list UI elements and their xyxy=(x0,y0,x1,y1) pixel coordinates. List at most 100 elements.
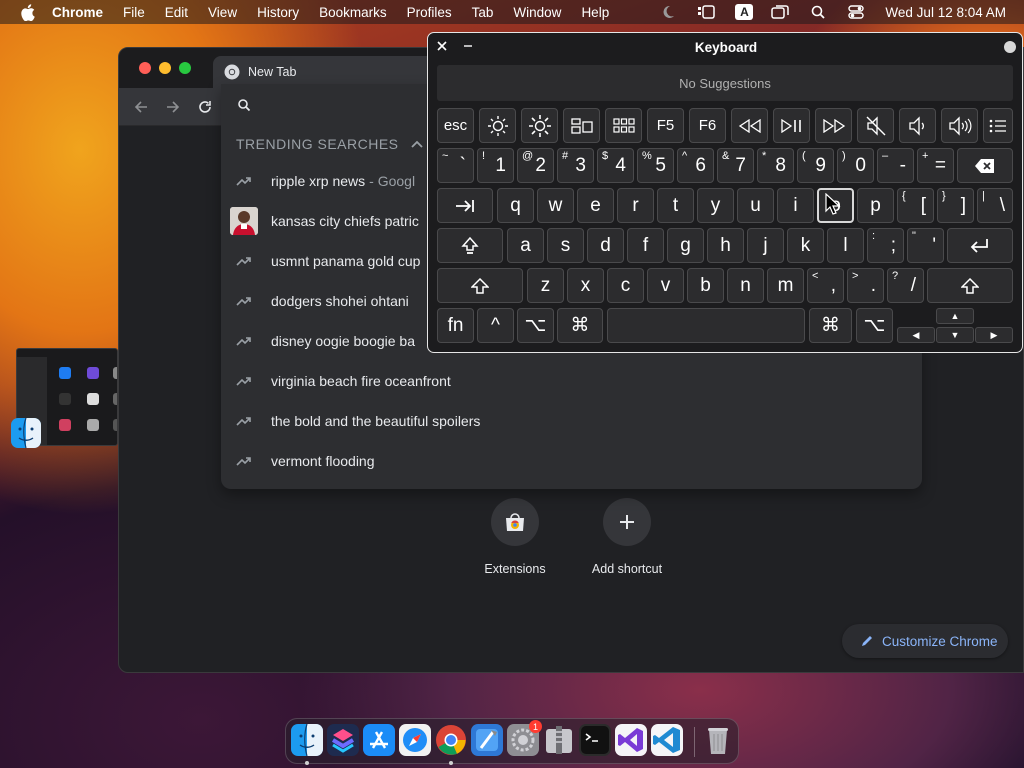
key-arrow-up[interactable]: ▲ xyxy=(936,308,974,324)
key-t[interactable]: t xyxy=(657,188,694,223)
key-s[interactable]: s xyxy=(547,228,584,263)
key-esc[interactable]: esc xyxy=(437,108,474,143)
zoom-window-button[interactable] xyxy=(179,62,191,74)
dock-terminal[interactable] xyxy=(579,724,611,756)
key-r[interactable]: r xyxy=(617,188,654,223)
key-control[interactable]: ^ xyxy=(477,308,514,343)
key-z[interactable]: z xyxy=(527,268,564,303)
close-window-button[interactable] xyxy=(139,62,151,74)
trending-searches-header[interactable]: TRENDING SEARCHES xyxy=(236,136,423,152)
key-b[interactable]: b xyxy=(687,268,724,303)
key-volume-up[interactable] xyxy=(941,108,978,143)
key-equals[interactable]: + = xyxy=(917,148,954,183)
key-period[interactable]: >. xyxy=(847,268,884,303)
menu-clock[interactable]: Wed Jul 12 8:04 AM xyxy=(885,5,1006,20)
dock-trash[interactable] xyxy=(702,724,734,756)
key-left-shift[interactable] xyxy=(437,268,523,303)
menu-view[interactable]: View xyxy=(208,5,237,20)
key-0[interactable]: ) 0 xyxy=(837,148,874,183)
key-i[interactable]: i xyxy=(777,188,814,223)
key-tab[interactable] xyxy=(437,188,493,223)
key-fn[interactable]: fn xyxy=(437,308,474,343)
key-return[interactable] xyxy=(947,228,1013,263)
key-5[interactable]: % 5 xyxy=(637,148,674,183)
key-launchpad[interactable] xyxy=(605,108,642,143)
spotlight-search-icon[interactable] xyxy=(809,4,827,20)
key-list[interactable] xyxy=(983,108,1013,143)
more-options-icon[interactable] xyxy=(1004,41,1016,53)
key-space[interactable] xyxy=(607,308,805,343)
dock-safari[interactable] xyxy=(399,724,431,756)
key-1[interactable]: ! 1 xyxy=(477,148,514,183)
back-button[interactable] xyxy=(130,96,152,118)
key-play-pause[interactable] xyxy=(773,108,810,143)
key-3[interactable]: #3 xyxy=(557,148,594,183)
key-w[interactable]: w xyxy=(537,188,574,223)
key-quote[interactable]: " ' xyxy=(907,228,944,263)
key-f[interactable]: f xyxy=(627,228,664,263)
key-delete[interactable] xyxy=(957,148,1013,183)
key-comma[interactable]: <, xyxy=(807,268,844,303)
key-brightness-up[interactable] xyxy=(521,108,558,143)
key-7[interactable]: & 7 xyxy=(717,148,754,183)
key-caps-lock[interactable] xyxy=(437,228,503,263)
key-a[interactable]: a xyxy=(507,228,544,263)
key-arrow-right[interactable]: ▶ xyxy=(975,327,1013,343)
key-arrow-left[interactable]: ◀ xyxy=(897,327,935,343)
key-fast-forward[interactable] xyxy=(815,108,852,143)
key-option[interactable]: ⌥ xyxy=(517,308,554,343)
key-f6[interactable]: F6 xyxy=(689,108,726,143)
key-j[interactable]: j xyxy=(747,228,784,263)
key-mission-control[interactable] xyxy=(563,108,600,143)
dock-app-store[interactable] xyxy=(363,724,395,756)
forward-button[interactable] xyxy=(162,96,184,118)
key-command[interactable]: ⌘ xyxy=(557,308,603,343)
key-right-command[interactable]: ⌘ xyxy=(809,308,852,343)
key-rewind[interactable] xyxy=(731,108,768,143)
suggestion-row[interactable]: virginia beach fire oceanfront xyxy=(221,361,922,401)
control-center-icon[interactable] xyxy=(847,4,865,20)
suggestion-row[interactable]: vermont flooding xyxy=(221,441,922,481)
menu-bookmarks[interactable]: Bookmarks xyxy=(319,5,387,20)
key-slash[interactable]: ? / xyxy=(887,268,924,303)
key-right-bracket[interactable]: }] xyxy=(937,188,974,223)
dock-visual-studio[interactable] xyxy=(615,724,647,756)
input-source-menu[interactable]: A xyxy=(735,4,754,20)
key-9[interactable]: (9 xyxy=(797,148,834,183)
key-arrow-down[interactable]: ▼ xyxy=(936,327,974,343)
key-y[interactable]: y xyxy=(697,188,734,223)
apple-menu-icon[interactable] xyxy=(18,3,36,21)
key-8[interactable]: * 8 xyxy=(757,148,794,183)
chevron-up-icon[interactable] xyxy=(410,140,423,148)
menu-profiles[interactable]: Profiles xyxy=(407,5,452,20)
key-minus[interactable]: – - xyxy=(877,148,914,183)
key-k[interactable]: k xyxy=(787,228,824,263)
key-m[interactable]: m xyxy=(767,268,804,303)
key-h[interactable]: h xyxy=(707,228,744,263)
dock-chrome[interactable] xyxy=(435,724,467,756)
key-u[interactable]: u xyxy=(737,188,774,223)
menu-help[interactable]: Help xyxy=(581,5,609,20)
key-volume-down[interactable] xyxy=(899,108,936,143)
key-l[interactable]: l xyxy=(827,228,864,263)
key-v[interactable]: v xyxy=(647,268,684,303)
key-mute[interactable] xyxy=(857,108,894,143)
dock-archive-utility[interactable] xyxy=(543,724,575,756)
menu-file[interactable]: File xyxy=(123,5,145,20)
key-backtick[interactable]: ~ ` xyxy=(437,148,474,183)
key-left-bracket[interactable]: {[ xyxy=(897,188,934,223)
stage-manager-icon[interactable] xyxy=(697,4,716,20)
menu-edit[interactable]: Edit xyxy=(165,5,188,20)
customize-chrome-button[interactable]: Customize Chrome xyxy=(842,624,1008,658)
key-semicolon[interactable]: :; xyxy=(867,228,904,263)
dock-finder[interactable] xyxy=(291,723,323,757)
key-p[interactable]: p xyxy=(857,188,894,223)
key-x[interactable]: x xyxy=(567,268,604,303)
key-c[interactable]: c xyxy=(607,268,644,303)
key-right-option[interactable]: ⌥ xyxy=(856,308,893,343)
key-backslash[interactable]: | \ xyxy=(977,188,1013,223)
key-q[interactable]: q xyxy=(497,188,534,223)
shortcut-extensions[interactable]: Extensions xyxy=(455,498,575,576)
dock-system-settings[interactable]: 1 xyxy=(507,720,542,756)
reload-button[interactable] xyxy=(194,96,216,118)
